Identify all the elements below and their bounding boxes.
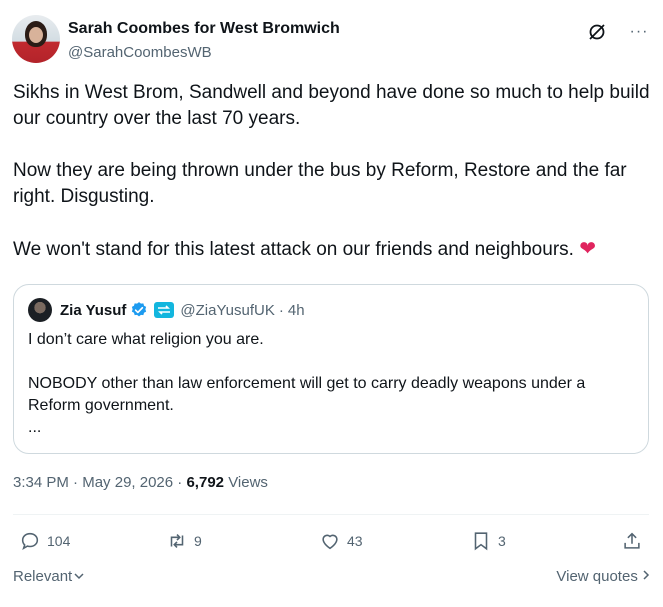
bookmark-button[interactable]: 3 [470, 526, 506, 556]
quoted-line-2: NOBODY other than law enforcement will g… [28, 375, 586, 414]
affiliation-badge-icon [154, 302, 175, 318]
tweet-time[interactable]: 3:34 PM [13, 474, 69, 491]
like-count: 43 [347, 533, 363, 549]
reply-sort-bar: Relevant View quotes [13, 568, 650, 588]
tweet-date[interactable]: May 29, 2026 [82, 474, 173, 491]
tweet-paragraph-1: Sikhs in West Brom, Sandwell and beyond … [13, 82, 650, 129]
meta-separator: · [73, 474, 79, 491]
bookmark-count: 3 [498, 533, 506, 549]
more-options-icon[interactable]: ··· [629, 22, 649, 42]
quoted-tweet-header: Zia Yusuf @ZiaYusufUK · 4h [28, 297, 305, 323]
like-button[interactable]: 43 [319, 526, 363, 556]
verified-badge-icon [132, 302, 147, 317]
tweet-text: Sikhs in West Brom, Sandwell and beyond … [13, 80, 653, 263]
repost-button[interactable]: 9 [166, 526, 202, 556]
quoted-author-avatar [28, 298, 52, 322]
quoted-line-1: I don’t care what religion you are. [28, 331, 264, 348]
quoted-tweet-text: I don’t care what religion you are. NOBO… [28, 329, 638, 439]
view-quotes-link[interactable]: View quotes [556, 568, 650, 585]
quoted-separator: · [278, 301, 284, 319]
tweet-paragraph-3: We won't stand for this latest attack on… [13, 236, 653, 263]
quoted-tweet[interactable]: Zia Yusuf @ZiaYusufUK · 4h I don’t care … [13, 284, 649, 454]
reply-button[interactable]: 104 [19, 526, 70, 556]
bookmark-icon [474, 532, 488, 551]
share-button[interactable] [621, 526, 649, 556]
tweet-header: Sarah Coombes for West Bromwich @SarahCo… [12, 14, 649, 66]
chevron-right-icon [643, 570, 650, 580]
sort-dropdown[interactable]: Relevant [13, 568, 85, 585]
author-name[interactable]: Sarah Coombes for West Bromwich [68, 20, 340, 38]
sort-label: Relevant [13, 568, 73, 585]
views-label: Views [228, 474, 268, 491]
repost-icon [170, 534, 184, 548]
action-bar: 104 9 43 3 [13, 526, 650, 556]
heart-emoji-icon: ❤ [579, 238, 596, 260]
quoted-timestamp: 4h [287, 301, 305, 319]
tweet-meta: 3:34 PM · May 29, 2026 · 6,792 Views [13, 474, 268, 491]
heart-icon [322, 534, 338, 550]
meta-separator-2: · [177, 474, 183, 491]
quoted-author-handle: @ZiaYusufUK [180, 301, 275, 319]
chevron-down-icon [74, 573, 84, 580]
author-handle[interactable]: @SarahCoombesWB [68, 44, 212, 61]
quoted-author-name: Zia Yusuf [60, 301, 127, 319]
tweet-paragraph-3-text: We won't stand for this latest attack on… [13, 239, 574, 260]
share-icon [624, 532, 640, 549]
quoted-ellipsis: ... [28, 419, 42, 436]
view-quotes-label: View quotes [556, 568, 638, 585]
reply-icon [21, 532, 39, 551]
author-avatar[interactable] [12, 15, 60, 63]
reply-count: 104 [47, 533, 71, 549]
grok-icon[interactable] [587, 22, 607, 42]
repost-count: 9 [194, 533, 202, 549]
divider-top [13, 514, 649, 515]
tweet-paragraph-2: Now they are being thrown under the bus … [13, 160, 627, 207]
views-count: 6,792 [186, 474, 225, 491]
